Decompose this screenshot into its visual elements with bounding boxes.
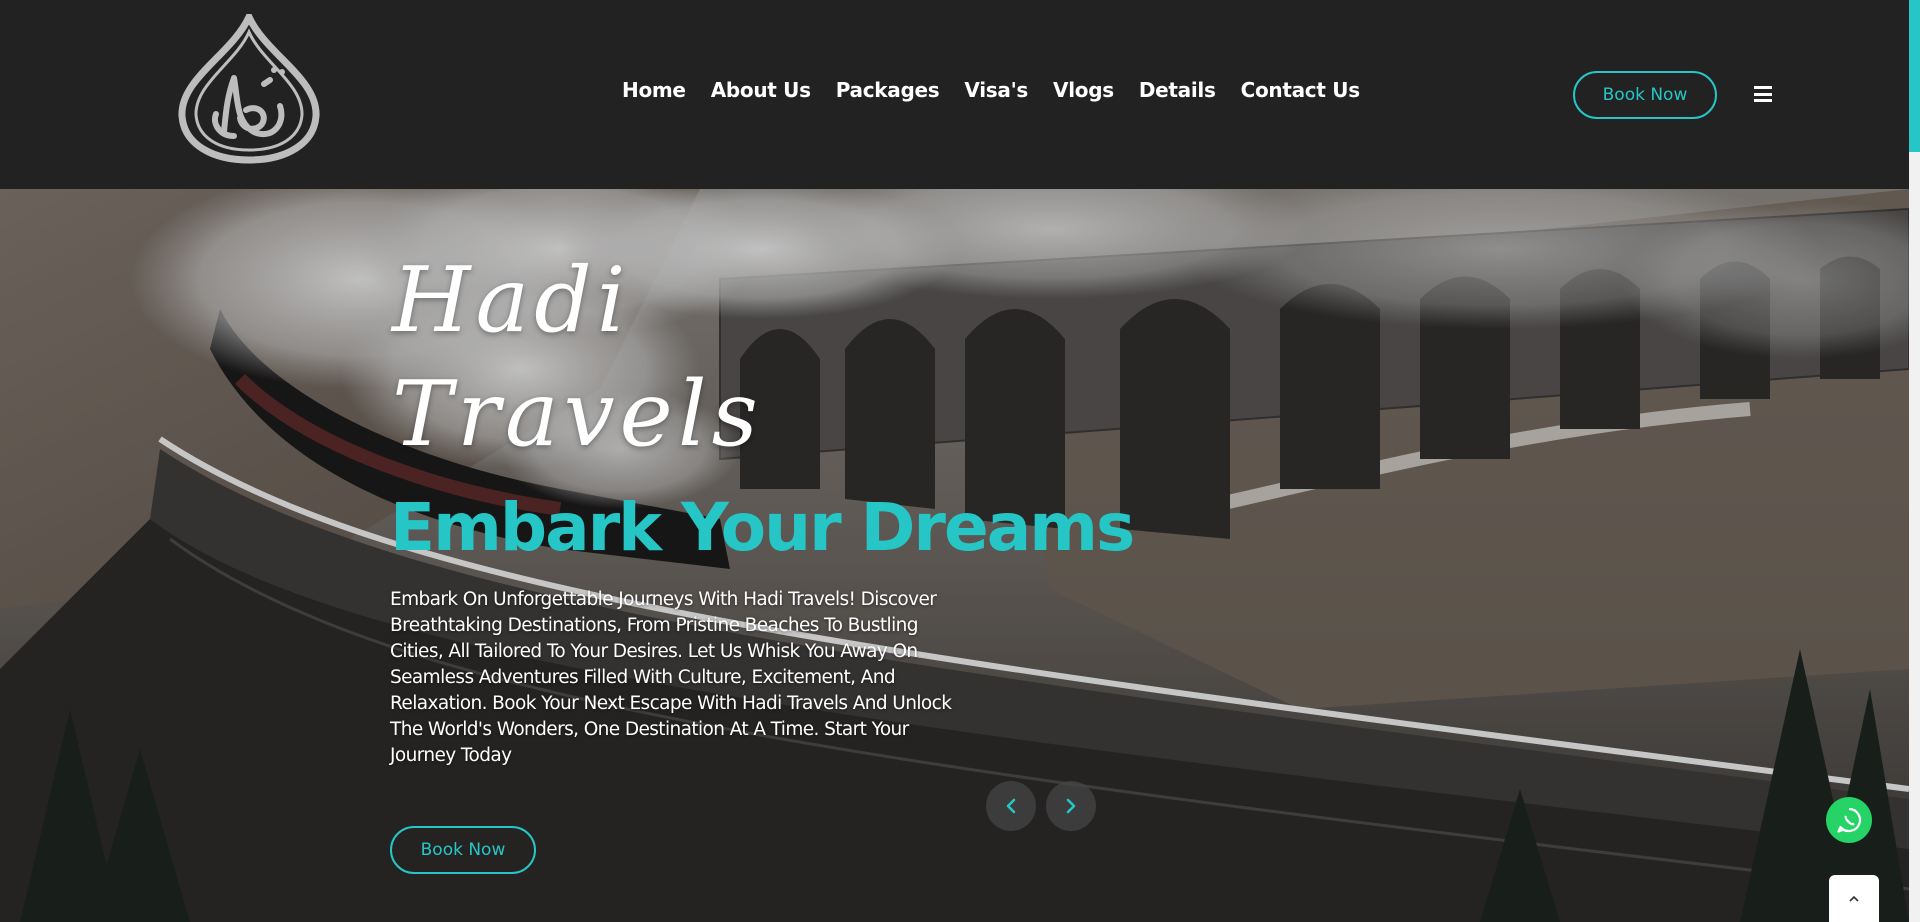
site-logo[interactable] [176, 8, 322, 164]
back-to-top-button[interactable] [1829, 875, 1879, 922]
page-scrollbar[interactable] [1909, 0, 1920, 922]
nav-about-us[interactable]: About Us [711, 78, 811, 102]
main-nav: Home About Us Packages Visa's Vlogs Deta… [622, 78, 1360, 102]
site-header: Home About Us Packages Visa's Vlogs Deta… [0, 0, 1909, 189]
hero-script-title: Hadi Travels [392, 244, 812, 472]
chevron-up-icon [1849, 895, 1859, 902]
nav-visas[interactable]: Visa's [964, 78, 1028, 102]
nav-contact-us[interactable]: Contact Us [1241, 78, 1361, 102]
hero-book-now-button[interactable]: Book Now [390, 826, 536, 874]
hero-script-title-line1: Hadi [392, 248, 631, 353]
hero-script-title-line2: Travels [392, 362, 763, 467]
nav-vlogs[interactable]: Vlogs [1053, 78, 1114, 102]
logo-icon [178, 8, 320, 164]
whatsapp-icon [1837, 807, 1862, 833]
hamburger-icon[interactable] [1754, 86, 1772, 102]
hero-section: Hadi Travels Embark Your Dreams Embark O… [0, 189, 1909, 922]
nav-packages[interactable]: Packages [836, 78, 940, 102]
hero-description: Embark On Unforgettable Journeys With Ha… [390, 589, 952, 766]
whatsapp-button[interactable] [1826, 797, 1872, 843]
carousel-prev-button[interactable] [986, 781, 1036, 831]
scrollbar-thumb[interactable] [1909, 0, 1920, 152]
nav-home[interactable]: Home [622, 78, 686, 102]
carousel-next-button[interactable] [1046, 781, 1096, 831]
header-book-now-button[interactable]: Book Now [1573, 71, 1717, 119]
nav-details[interactable]: Details [1139, 78, 1216, 102]
hero-headline: Embark Your Dreams [390, 489, 1135, 566]
chevron-right-icon [1066, 798, 1076, 814]
chevron-left-icon [1006, 798, 1016, 814]
